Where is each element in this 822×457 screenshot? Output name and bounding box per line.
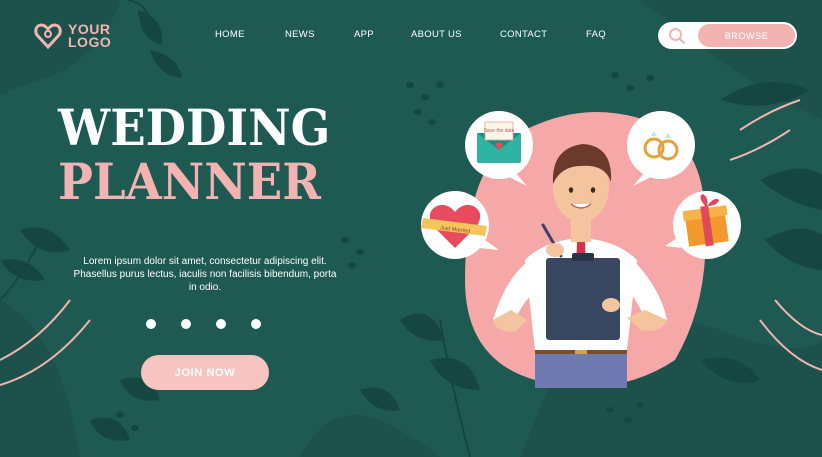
- hero-title-line-1: WEDDING: [58, 98, 331, 157]
- slider-dot[interactable]: [181, 319, 191, 329]
- nav-about-us[interactable]: ABOUT US: [411, 29, 462, 40]
- landing-page: YOUR LOGO HOME NEWS APP ABOUT US CONTACT…: [0, 0, 822, 457]
- slider-dot[interactable]: [216, 319, 226, 329]
- nav-faq[interactable]: FAQ: [586, 29, 606, 40]
- hero-description: Lorem ipsum dolor sit amet, consectetur …: [73, 256, 337, 293]
- slider-dot[interactable]: [251, 319, 261, 329]
- search-icon[interactable]: [668, 27, 686, 45]
- join-now-button[interactable]: JOIN NOW: [141, 355, 269, 390]
- nav-home[interactable]: HOME: [215, 29, 245, 40]
- slider-dots: [146, 319, 261, 329]
- nav-app[interactable]: APP: [354, 29, 374, 40]
- hero-title-line-2: PLANNER: [58, 152, 321, 211]
- search-bar[interactable]: BROWSE: [658, 22, 797, 49]
- browse-button[interactable]: BROWSE: [698, 24, 795, 47]
- nav-news[interactable]: NEWS: [285, 29, 315, 40]
- nav-contact[interactable]: CONTACT: [500, 29, 547, 40]
- wedding-planner-illustration: Save the date Just Married: [421, 111, 741, 388]
- slider-dot[interactable]: [146, 319, 156, 329]
- envelope-card-text: Save the date: [484, 128, 515, 134]
